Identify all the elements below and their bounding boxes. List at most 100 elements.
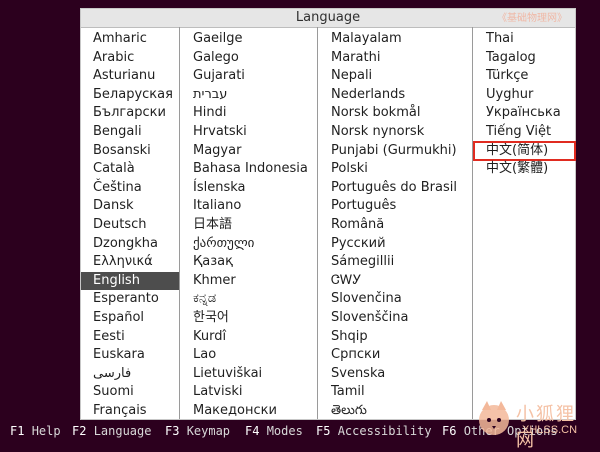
- language-option[interactable]: Bosanski: [81, 142, 179, 160]
- language-option[interactable]: Български: [81, 104, 179, 122]
- language-option[interactable]: Ελληνικά: [81, 253, 179, 271]
- language-option[interactable]: 中文(简体): [473, 140, 576, 161]
- language-option[interactable]: Македонски: [181, 402, 317, 420]
- language-column-3: Malayalam Marathi Nepali Nederlands Norsk bo…: [319, 27, 472, 419]
- fkey-f2[interactable]: F2 Language: [72, 420, 151, 442]
- fkey-key: F3: [165, 424, 180, 438]
- language-option[interactable]: Gaeilge: [181, 30, 317, 48]
- language-option[interactable]: తెలుగు: [319, 402, 472, 420]
- fkey-f5[interactable]: F5 Accessibility: [316, 420, 432, 442]
- language-option[interactable]: Hrvatski: [181, 123, 317, 141]
- watermark-top: 《基础物理网》: [497, 13, 567, 24]
- language-option[interactable]: עברית: [181, 86, 317, 104]
- language-option[interactable]: Tagalog: [474, 49, 575, 67]
- language-option[interactable]: ಕನ್ನಡ: [181, 290, 317, 308]
- fkey-label: Modes: [266, 424, 303, 438]
- language-option[interactable]: Српски: [319, 346, 472, 364]
- fkey-key: F1: [10, 424, 25, 438]
- language-option[interactable]: Marathi: [319, 49, 472, 67]
- language-option[interactable]: Kurdî: [181, 328, 317, 346]
- column-divider: [472, 27, 473, 419]
- language-option[interactable]: Română: [319, 216, 472, 234]
- language-option[interactable]: Slovenščina: [319, 309, 472, 327]
- column-divider: [317, 27, 318, 419]
- language-option[interactable]: Slovenčina: [319, 290, 472, 308]
- language-option[interactable]: Galego: [181, 49, 317, 67]
- language-option[interactable]: Gujarati: [181, 67, 317, 85]
- language-option[interactable]: Khmer: [181, 272, 317, 290]
- language-option[interactable]: Қазақ: [181, 253, 317, 271]
- fkey-f3[interactable]: F3 Keymap: [165, 420, 230, 442]
- dialog-title-text: Language: [295, 10, 361, 25]
- fkey-key: F2: [72, 424, 87, 438]
- language-list: Amharic Arabic Asturianu Беларуская Българск…: [81, 27, 576, 420]
- language-option[interactable]: Esperanto: [81, 290, 179, 308]
- language-option[interactable]: Sámegillii: [319, 253, 472, 271]
- dialog-title: Language 《基础物理网》: [81, 9, 575, 28]
- language-option[interactable]: English: [81, 271, 179, 290]
- language-option[interactable]: Dzongkha: [81, 235, 179, 253]
- fkey-label: Accessibility: [337, 424, 432, 438]
- language-option[interactable]: Català: [81, 160, 179, 178]
- language-option[interactable]: Magyar: [181, 142, 317, 160]
- language-option[interactable]: Nederlands: [319, 86, 472, 104]
- language-option[interactable]: Suomi: [81, 383, 179, 401]
- language-option[interactable]: ქართული: [181, 235, 317, 253]
- fkey-f4[interactable]: F4 Modes: [245, 420, 303, 442]
- fkey-label: Other Options: [463, 424, 558, 438]
- language-option[interactable]: Français: [81, 402, 179, 420]
- language-option[interactable]: Uyghur: [474, 86, 575, 104]
- fkey-label: Language: [93, 424, 152, 438]
- language-option[interactable]: Čeština: [81, 179, 179, 197]
- language-option[interactable]: Tiếng Việt: [474, 123, 575, 141]
- language-option[interactable]: Íslenska: [181, 179, 317, 197]
- language-option[interactable]: Hindi: [181, 104, 317, 122]
- language-option[interactable]: Português do Brasil: [319, 179, 472, 197]
- language-option[interactable]: 日本語: [181, 216, 317, 234]
- language-option[interactable]: Türkçe: [474, 67, 575, 85]
- language-option[interactable]: Thai: [474, 30, 575, 48]
- fkey-label: Help: [31, 424, 61, 438]
- column-divider: [179, 27, 180, 419]
- language-option[interactable]: ᏣᎳᎩ: [319, 272, 472, 290]
- language-option[interactable]: Eesti: [81, 328, 179, 346]
- language-option[interactable]: Lietuviškai: [181, 365, 317, 383]
- language-option[interactable]: Norsk nynorsk: [319, 123, 472, 141]
- fkey-f1[interactable]: F1 Help: [10, 420, 61, 442]
- fkey-key: F5: [316, 424, 331, 438]
- language-option[interactable]: Malayalam: [319, 30, 472, 48]
- language-option[interactable]: Українська: [474, 104, 575, 122]
- language-option[interactable]: Bahasa Indonesia: [181, 160, 317, 178]
- fkey-label: Keymap: [186, 424, 231, 438]
- language-option[interactable]: 中文(繁體): [474, 160, 575, 178]
- language-option[interactable]: Deutsch: [81, 216, 179, 234]
- language-option[interactable]: Punjabi (Gurmukhi): [319, 142, 472, 160]
- fkey-key: F6: [442, 424, 457, 438]
- language-option[interactable]: Português: [319, 197, 472, 215]
- fkey-key: F4: [245, 424, 260, 438]
- language-option[interactable]: Bengali: [81, 123, 179, 141]
- language-option[interactable]: Lao: [181, 346, 317, 364]
- language-option[interactable]: Беларуская: [81, 86, 179, 104]
- language-dialog: Language 《基础物理网》 Amharic Arabic Asturianu Б…: [80, 8, 576, 420]
- fkey-f6[interactable]: F6 Other Options: [442, 420, 558, 442]
- language-option[interactable]: Shqip: [319, 328, 472, 346]
- language-option[interactable]: Nepali: [319, 67, 472, 85]
- language-option[interactable]: Polski: [319, 160, 472, 178]
- language-option[interactable]: فارسی: [81, 365, 179, 383]
- language-option[interactable]: Euskara: [81, 346, 179, 364]
- language-option[interactable]: Dansk: [81, 197, 179, 215]
- language-option[interactable]: Latviski: [181, 383, 317, 401]
- language-option[interactable]: Amharic: [81, 30, 179, 48]
- language-column-4: Thai Tagalog Türkçe Uyghur Українська Tiếng V…: [473, 27, 576, 419]
- language-option[interactable]: Español: [81, 309, 179, 327]
- language-option[interactable]: Arabic: [81, 49, 179, 67]
- language-option[interactable]: Norsk bokmål: [319, 104, 472, 122]
- language-option[interactable]: Italiano: [181, 197, 317, 215]
- language-option[interactable]: Русский: [319, 235, 472, 253]
- language-option[interactable]: Tamil: [319, 383, 472, 401]
- language-column-1: Amharic Arabic Asturianu Беларуская Българск…: [81, 27, 179, 419]
- language-option[interactable]: Svenska: [319, 365, 472, 383]
- language-option[interactable]: 한국어: [181, 309, 317, 327]
- language-option[interactable]: Asturianu: [81, 67, 179, 85]
